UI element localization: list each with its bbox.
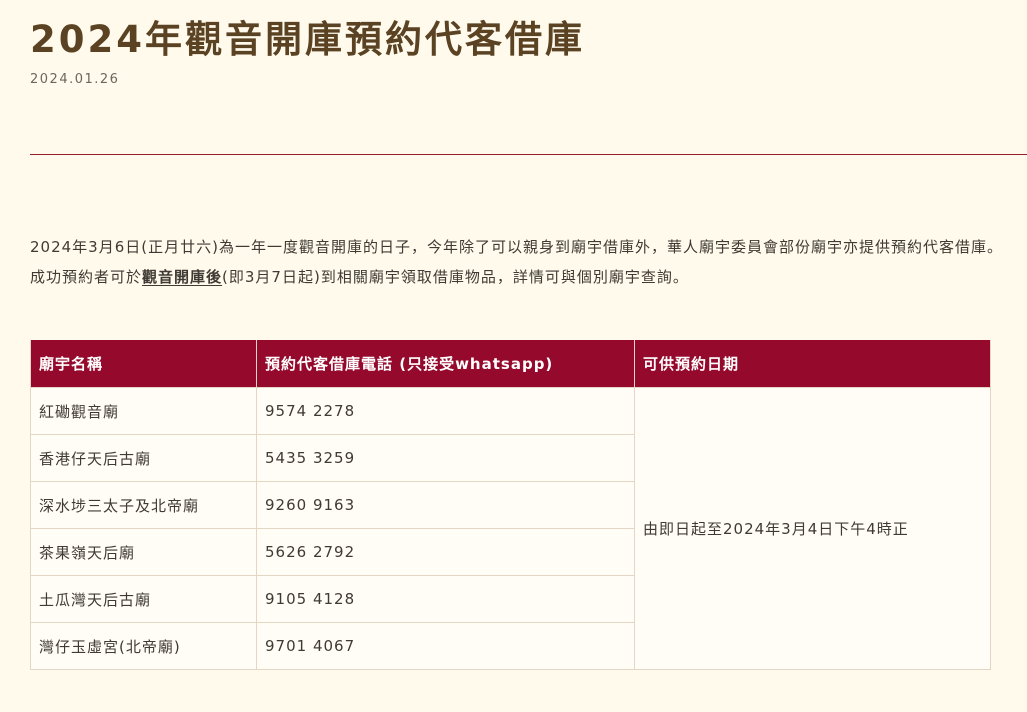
table-row: 紅磡觀音廟 9574 2278 由即日起至2024年3月4日下午4時正	[30, 387, 991, 670]
temple-name-cell: 紅磡觀音廟	[30, 387, 257, 435]
temple-name-cell: 土瓜灣天后古廟	[30, 575, 257, 623]
phone-cell: 9260 9163	[256, 481, 635, 529]
temple-booking-table: 廟宇名稱 預約代客借庫電話 (只接受whatsapp) 可供預約日期 紅磡觀音廟…	[30, 340, 991, 670]
header-booking-dates: 可供預約日期	[634, 340, 991, 388]
intro-paragraph: 2024年3月6日(正月廿六)為一年一度觀音開庫的日子，今年除了可以親身到廟宇借…	[30, 232, 1005, 292]
temple-name-cell: 香港仔天后古廟	[30, 434, 257, 482]
phone-cell: 9105 4128	[256, 575, 635, 623]
phone-cell: 9574 2278	[256, 387, 635, 435]
title-divider	[30, 154, 1027, 155]
temple-name-cell: 茶果嶺天后廟	[30, 528, 257, 576]
publish-date: 2024.01.26	[30, 72, 120, 87]
temple-name-cell: 灣仔玉虛宮(北帝廟)	[30, 622, 257, 670]
temple-name-cell: 深水埗三太子及北帝廟	[30, 481, 257, 529]
article-page: 2024年觀音開庫預約代客借庫 2024.01.26 2024年3月6日(正月廿…	[0, 0, 1027, 712]
header-booking-phone: 預約代客借庫電話 (只接受whatsapp)	[256, 340, 635, 388]
phone-cell: 5435 3259	[256, 434, 635, 482]
booking-period-cell: 由即日起至2024年3月4日下午4時正	[634, 387, 991, 670]
intro-text-end: (即3月7日起)到相關廟宇領取借庫物品，詳情可與個別廟宇查詢。	[222, 268, 689, 286]
intro-emphasis: 觀音開庫後	[142, 268, 223, 286]
header-temple-name: 廟宇名稱	[30, 340, 257, 388]
phone-cell: 9701 4067	[256, 622, 635, 670]
table-header-row: 廟宇名稱 預約代客借庫電話 (只接受whatsapp) 可供預約日期	[30, 340, 991, 388]
phone-cell: 5626 2792	[256, 528, 635, 576]
page-title: 2024年觀音開庫預約代客借庫	[30, 18, 585, 61]
